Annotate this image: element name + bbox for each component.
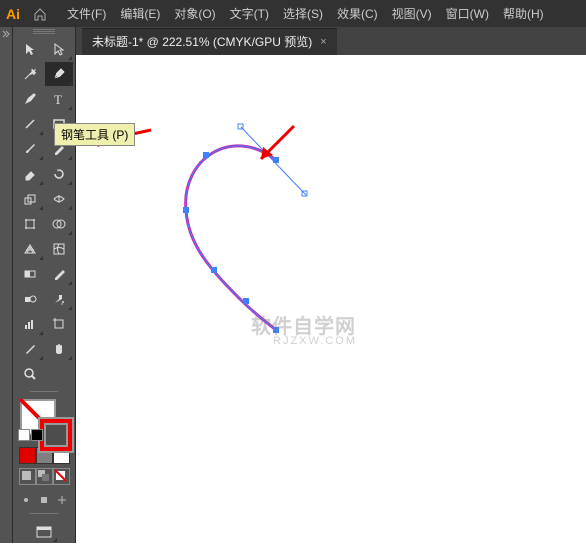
panel-grip[interactable] <box>24 29 64 35</box>
tooltip: 钢笔工具 (P) <box>54 123 135 146</box>
handle-point[interactable] <box>302 191 307 196</box>
fill-stroke-indicator[interactable] <box>16 399 72 441</box>
anchor-point[interactable] <box>243 298 249 304</box>
annotation-arrow-2 <box>249 121 309 171</box>
free-transform-tool[interactable] <box>16 212 44 236</box>
draw-mode-row <box>19 468 70 485</box>
pen-tool[interactable] <box>45 62 73 86</box>
draw-behind[interactable] <box>36 468 53 485</box>
column-graph-tool[interactable] <box>16 312 44 336</box>
curvature-tool[interactable] <box>16 87 44 111</box>
shape-builder-tool[interactable] <box>45 212 73 236</box>
menu-file[interactable]: 文件(F) <box>60 0 113 27</box>
home-icon[interactable] <box>26 0 54 27</box>
close-icon[interactable]: × <box>320 36 326 48</box>
document-tab[interactable]: 未标题-1* @ 222.51% (CMYK/GPU 预览) × <box>82 28 337 55</box>
type-tool[interactable]: T <box>45 87 73 111</box>
screen-mode-2-icon[interactable] <box>35 491 53 509</box>
eyedropper-tool[interactable] <box>45 262 73 286</box>
line-tool[interactable] <box>16 112 44 136</box>
draw-inside[interactable] <box>53 468 70 485</box>
blend-tool[interactable] <box>16 287 44 311</box>
tools-panel: T <box>13 27 76 543</box>
anchor-point[interactable] <box>211 267 217 273</box>
menu-select[interactable]: 选择(S) <box>276 0 330 27</box>
artboard-tool[interactable] <box>45 312 73 336</box>
app-logo: Ai <box>0 0 26 27</box>
symbol-sprayer-tool[interactable] <box>45 287 73 311</box>
eraser-tool[interactable] <box>16 162 44 186</box>
screen-mode-1-icon[interactable] <box>17 491 35 509</box>
anchor-point[interactable] <box>203 152 209 158</box>
document-tabs: 未标题-1* @ 222.51% (CMYK/GPU 预览) × <box>76 27 586 55</box>
artwork-path[interactable] <box>76 55 586 545</box>
zoom-tool[interactable] <box>16 362 44 386</box>
menu-edit[interactable]: 编辑(E) <box>113 0 167 27</box>
screen-mode-toggle[interactable] <box>30 521 58 543</box>
separator-2 <box>18 509 70 519</box>
direct-selection-tool[interactable] <box>45 37 73 61</box>
menu-object[interactable]: 对象(O) <box>167 0 222 27</box>
svg-text:T: T <box>54 92 62 106</box>
selection-tool[interactable] <box>16 37 44 61</box>
scale-tool[interactable] <box>16 187 44 211</box>
menu-window[interactable]: 窗口(W) <box>439 0 496 27</box>
watermark-url: RJZXW.COM <box>273 335 357 347</box>
canvas[interactable]: 软件自学网 RJZXW.COM <box>76 55 586 543</box>
swap-fill-stroke[interactable] <box>18 429 43 441</box>
width-tool[interactable] <box>45 187 73 211</box>
menu-type[interactable]: 文字(T) <box>223 0 276 27</box>
hand-tool[interactable] <box>45 337 73 361</box>
gradient-tool[interactable] <box>16 262 44 286</box>
menu-effect[interactable]: 效果(C) <box>330 0 385 27</box>
rotate-tool[interactable] <box>45 162 73 186</box>
perspective-grid-tool[interactable] <box>16 237 44 261</box>
collapse-icon[interactable] <box>0 29 12 39</box>
swatch-red[interactable] <box>19 447 36 464</box>
menu-help[interactable]: 帮助(H) <box>496 0 551 27</box>
menu-view[interactable]: 视图(V) <box>385 0 439 27</box>
handle-point[interactable] <box>238 124 243 129</box>
tab-label: 未标题-1* @ 222.51% (CMYK/GPU 预览) <box>92 33 312 50</box>
control-bar <box>0 27 13 543</box>
anchor-point[interactable] <box>183 207 189 213</box>
slice-tool[interactable] <box>16 337 44 361</box>
anchor-point[interactable] <box>273 157 279 163</box>
menu-bar: 文件(F) 编辑(E) 对象(O) 文字(T) 选择(S) 效果(C) 视图(V… <box>60 0 551 27</box>
mesh-tool[interactable] <box>45 237 73 261</box>
separator <box>18 386 70 396</box>
titlebar: Ai 文件(F) 编辑(E) 对象(O) 文字(T) 选择(S) 效果(C) 视… <box>0 0 586 27</box>
screen-mode-3-icon[interactable] <box>53 491 71 509</box>
magic-wand-tool[interactable] <box>16 62 44 86</box>
screen-modes <box>17 491 71 509</box>
paintbrush-tool[interactable] <box>16 137 44 161</box>
draw-normal[interactable] <box>19 468 36 485</box>
